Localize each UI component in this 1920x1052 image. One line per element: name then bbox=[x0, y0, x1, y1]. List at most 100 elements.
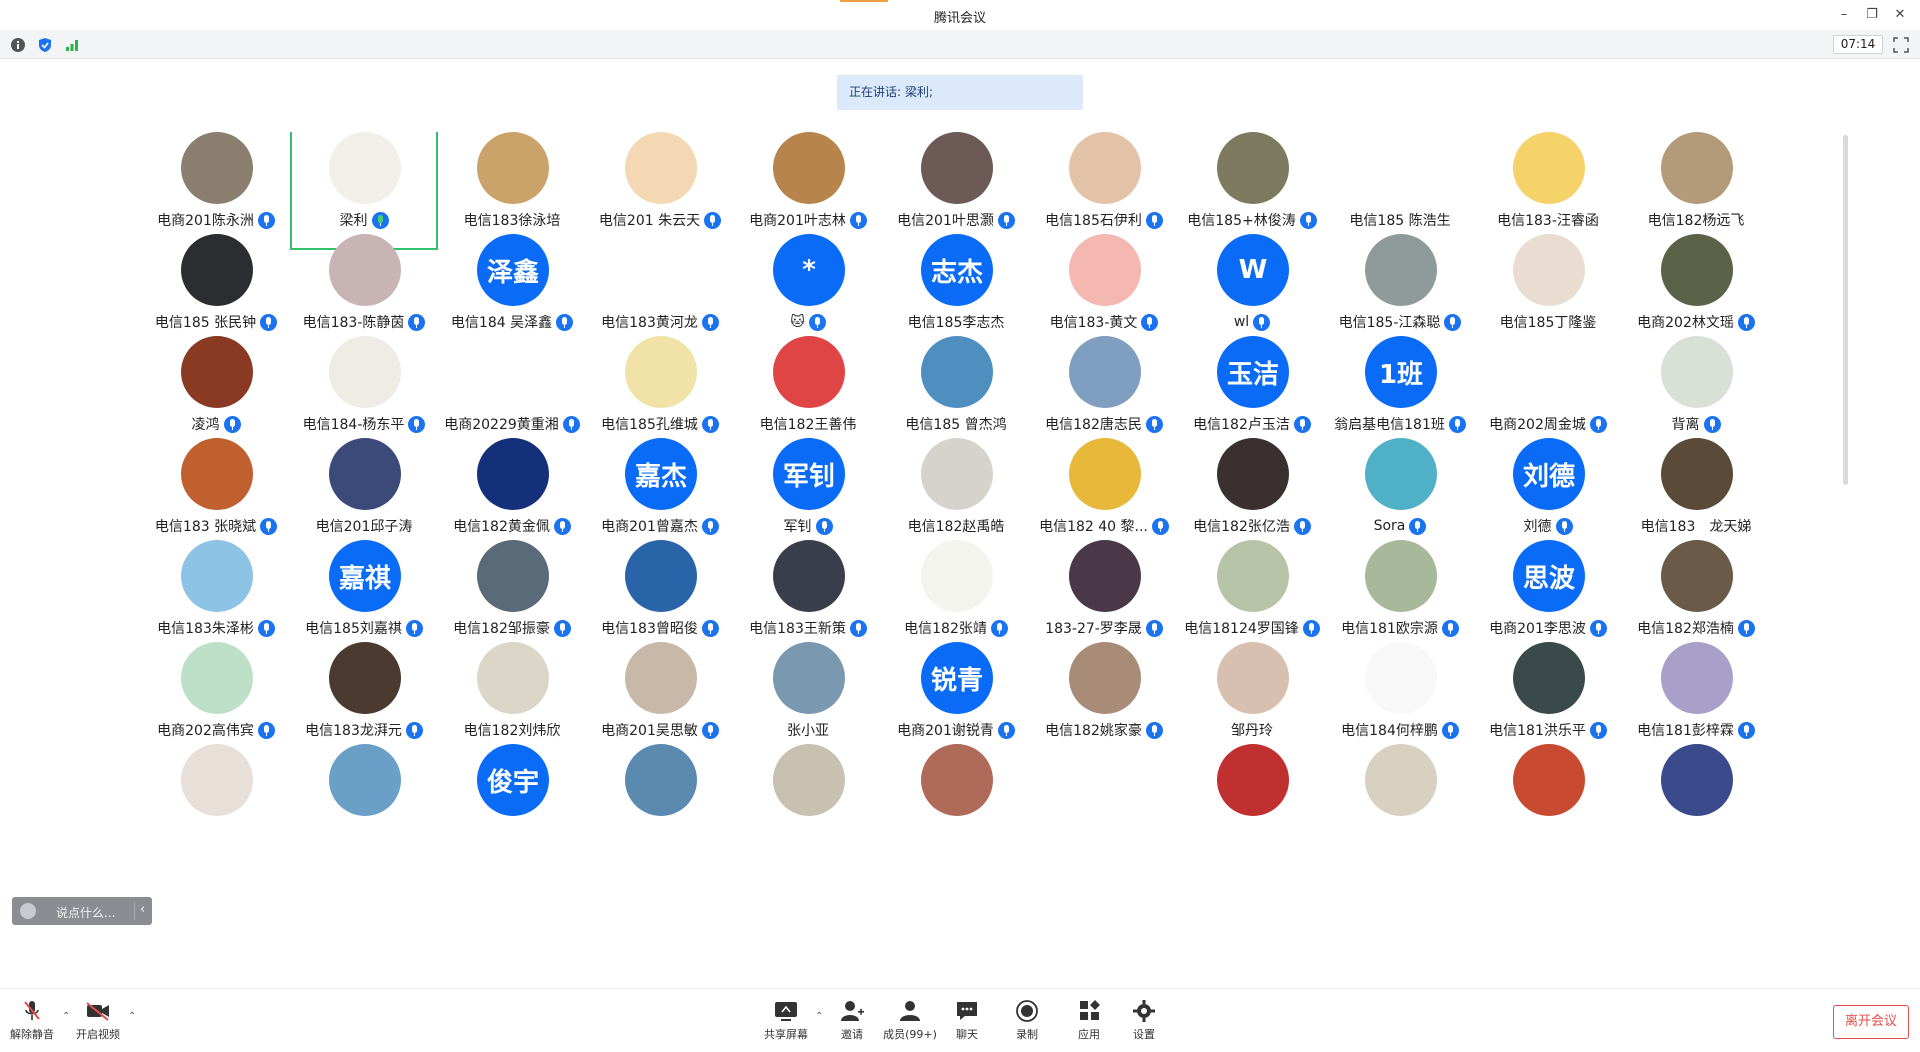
avatar: 俊宇 bbox=[477, 744, 549, 816]
gear-icon bbox=[1133, 1000, 1155, 1022]
avatar: 1班 bbox=[1365, 336, 1437, 408]
unmute-label: 解除静音 bbox=[10, 1028, 54, 1041]
emoji-icon[interactable] bbox=[20, 903, 36, 919]
avatar bbox=[329, 132, 401, 204]
apps-icon bbox=[1080, 1000, 1100, 1020]
participant-tile[interactable] bbox=[1474, 736, 1622, 862]
avatar: W bbox=[1217, 234, 1289, 306]
leave-meeting-button[interactable]: 离开会议 bbox=[1833, 1005, 1909, 1039]
quick-chat-input[interactable]: 说点什么... ‹ bbox=[12, 897, 152, 925]
avatar bbox=[1661, 642, 1733, 714]
avatar bbox=[1217, 132, 1289, 204]
apps-button[interactable]: 应用 bbox=[1061, 999, 1117, 1047]
avatar bbox=[1661, 234, 1733, 306]
avatar bbox=[773, 744, 845, 816]
avatar bbox=[1365, 132, 1437, 204]
avatar bbox=[1661, 336, 1733, 408]
video-options-chevron-icon[interactable]: ⌃ bbox=[128, 1011, 136, 1022]
restore-icon[interactable]: ❐ bbox=[1863, 6, 1881, 24]
avatar bbox=[181, 336, 253, 408]
share-options-chevron-icon[interactable]: ⌃ bbox=[815, 1011, 823, 1022]
avatar bbox=[181, 744, 253, 816]
share-screen-button[interactable]: 共享屏幕 bbox=[758, 999, 814, 1047]
avatar bbox=[1661, 132, 1733, 204]
avatar: * bbox=[773, 234, 845, 306]
chat-button[interactable]: 聊天 bbox=[939, 999, 995, 1047]
chat-label: 聊天 bbox=[956, 1028, 978, 1041]
avatar bbox=[477, 438, 549, 510]
avatar bbox=[921, 744, 993, 816]
avatar bbox=[1513, 744, 1585, 816]
participant-tile[interactable] bbox=[734, 736, 882, 862]
avatar bbox=[921, 438, 993, 510]
info-icon[interactable] bbox=[10, 37, 26, 53]
start-video-label: 开启视频 bbox=[76, 1028, 120, 1041]
speaking-indicator: 正在讲话: 梁利; bbox=[837, 75, 1083, 110]
fullscreen-icon[interactable] bbox=[1892, 36, 1910, 54]
speaking-label: 正在讲话: bbox=[849, 85, 902, 99]
avatar bbox=[329, 234, 401, 306]
avatar bbox=[181, 642, 253, 714]
avatar bbox=[1217, 642, 1289, 714]
title-accent bbox=[840, 0, 888, 2]
speaking-name: 梁利; bbox=[905, 85, 934, 99]
minimize-icon[interactable]: – bbox=[1835, 6, 1853, 24]
network-signal-icon[interactable] bbox=[64, 37, 80, 53]
meeting-info-bar: 07:14 bbox=[0, 30, 1920, 59]
record-button[interactable]: 录制 bbox=[999, 999, 1055, 1047]
avatar bbox=[773, 540, 845, 612]
chat-placeholder: 说点什么... bbox=[56, 906, 116, 920]
avatar bbox=[1661, 438, 1733, 510]
share-screen-icon bbox=[775, 1002, 797, 1021]
settings-button[interactable]: 设置 bbox=[1116, 999, 1172, 1047]
avatar bbox=[1513, 132, 1585, 204]
avatar: 军钊 bbox=[773, 438, 845, 510]
members-label: 成员(99+) bbox=[883, 1028, 937, 1041]
participant-tile[interactable] bbox=[1030, 736, 1178, 862]
members-button[interactable]: 成员(99+) bbox=[882, 999, 938, 1047]
participant-tile[interactable] bbox=[882, 736, 1030, 862]
participant-tile[interactable] bbox=[142, 736, 290, 862]
participant-tile[interactable]: 俊宇 bbox=[438, 736, 586, 862]
unmute-button[interactable]: 解除静音 bbox=[4, 999, 60, 1047]
chat-icon bbox=[957, 1002, 977, 1020]
members-icon bbox=[900, 1001, 920, 1021]
participant-tile[interactable] bbox=[1326, 736, 1474, 862]
participant-tile[interactable] bbox=[1178, 736, 1326, 862]
avatar bbox=[1217, 438, 1289, 510]
avatar: 泽鑫 bbox=[477, 234, 549, 306]
avatar bbox=[1069, 744, 1141, 816]
avatar bbox=[1069, 336, 1141, 408]
avatar bbox=[477, 132, 549, 204]
close-icon[interactable]: ✕ bbox=[1891, 6, 1909, 24]
avatar bbox=[181, 234, 253, 306]
avatar bbox=[773, 642, 845, 714]
grid-scrollbar[interactable] bbox=[1843, 135, 1848, 485]
avatar bbox=[1365, 744, 1437, 816]
chat-divider bbox=[134, 902, 135, 920]
participant-tile[interactable] bbox=[290, 736, 438, 862]
avatar bbox=[625, 132, 697, 204]
avatar bbox=[1365, 234, 1437, 306]
avatar bbox=[329, 336, 401, 408]
avatar bbox=[1069, 540, 1141, 612]
avatar bbox=[477, 642, 549, 714]
avatar bbox=[1661, 540, 1733, 612]
participant-tile[interactable] bbox=[1622, 736, 1762, 862]
participant-tile[interactable] bbox=[586, 736, 734, 862]
avatar bbox=[329, 744, 401, 816]
avatar: 锐青 bbox=[921, 642, 993, 714]
avatar bbox=[1365, 540, 1437, 612]
avatar bbox=[773, 132, 845, 204]
security-shield-icon[interactable] bbox=[37, 37, 53, 53]
avatar bbox=[625, 642, 697, 714]
collapse-chat-icon[interactable]: ‹ bbox=[140, 902, 145, 917]
avatar bbox=[477, 540, 549, 612]
avatar bbox=[1513, 642, 1585, 714]
start-video-button[interactable]: 开启视频 bbox=[70, 999, 126, 1047]
avatar bbox=[921, 132, 993, 204]
participant-grid: 电商201陈永洲 梁利 电信183徐泳培 电信201 朱云天 电商201叶志林 电信201… bbox=[142, 132, 1762, 922]
invite-button[interactable]: 邀请 bbox=[824, 999, 880, 1047]
avatar bbox=[1513, 336, 1585, 408]
avatar bbox=[181, 132, 253, 204]
